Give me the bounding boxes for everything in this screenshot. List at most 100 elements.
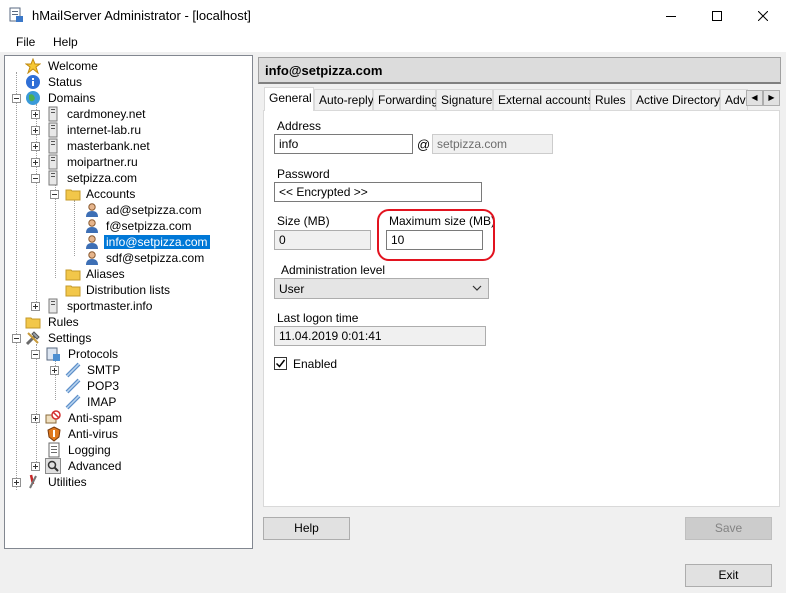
tree-label: info@setpizza.com xyxy=(104,235,210,249)
admin-level-value: User xyxy=(279,282,305,296)
domain-icon xyxy=(45,170,61,186)
tree-label: cardmoney.net xyxy=(67,107,146,121)
collapse-icon[interactable] xyxy=(31,350,40,359)
tree-label: Logging xyxy=(68,443,111,457)
tab-advanced[interactable]: Adva xyxy=(720,89,748,110)
expand-icon[interactable] xyxy=(50,366,59,375)
tree-label: POP3 xyxy=(87,379,120,393)
title-bar: hMailServer Administrator - [localhost] xyxy=(0,0,786,31)
expand-icon[interactable] xyxy=(31,126,40,135)
size-field: 0 xyxy=(274,230,371,250)
tab-page-general xyxy=(263,110,780,507)
globe-icon xyxy=(25,90,41,106)
tree-label: Protocols xyxy=(68,347,119,361)
domain-icon xyxy=(45,154,61,170)
enabled-checkbox[interactable] xyxy=(274,357,287,370)
expand-icon[interactable] xyxy=(31,414,40,423)
magnifier-icon xyxy=(45,458,61,474)
anti-virus-icon xyxy=(46,426,62,442)
network-icon xyxy=(65,378,81,394)
at-sign: @ xyxy=(417,137,431,152)
tree-label: Domains xyxy=(48,91,96,105)
minimize-button[interactable] xyxy=(648,0,694,31)
exit-button[interactable]: Exit xyxy=(685,564,772,587)
anti-spam-icon xyxy=(45,410,61,426)
triangle-left-icon: ◀ xyxy=(751,93,758,102)
tab-auto-reply[interactable]: Auto-reply xyxy=(314,89,374,110)
user-icon xyxy=(84,218,100,234)
user-icon xyxy=(84,234,100,250)
collapse-icon[interactable] xyxy=(12,94,21,103)
tab-scroll-right-button[interactable]: ▶ xyxy=(763,90,780,106)
domain-icon xyxy=(45,138,61,154)
detail-title: info@setpizza.com xyxy=(265,63,383,78)
tree-label: Advanced xyxy=(68,459,122,473)
navigation-tree[interactable]: Welcome Status Domains cardmoney.net int… xyxy=(4,55,253,549)
tree-label: Welcome xyxy=(48,59,98,73)
tree-label: moipartner.ru xyxy=(67,155,138,169)
expand-icon[interactable] xyxy=(31,110,40,119)
tree-label: Rules xyxy=(48,315,79,329)
tab-active-directory[interactable]: Active Directory xyxy=(631,89,720,110)
app-icon xyxy=(8,7,24,23)
tree-label: Anti-virus xyxy=(68,427,119,441)
tab-external-accounts[interactable]: External accounts xyxy=(493,89,593,110)
domain-icon xyxy=(45,106,61,122)
tree-label: IMAP xyxy=(87,395,117,409)
folder-icon xyxy=(65,266,81,282)
window-title: hMailServer Administrator - [localhost] xyxy=(32,8,251,23)
last-logon-field: 11.04.2019 0:01:41 xyxy=(274,326,486,346)
tree-label: Utilities xyxy=(48,475,87,489)
tree-label: internet-lab.ru xyxy=(67,123,142,137)
tab-scroll-left-button[interactable]: ◀ xyxy=(746,90,763,106)
tab-rules[interactable]: Rules xyxy=(590,89,631,110)
maximize-button[interactable] xyxy=(694,0,740,31)
folder-icon xyxy=(65,186,81,202)
save-button[interactable]: Save xyxy=(685,517,772,540)
tree-label: sdf@setpizza.com xyxy=(106,251,205,265)
help-button[interactable]: Help xyxy=(263,517,350,540)
close-button[interactable] xyxy=(740,0,786,31)
maximize-icon xyxy=(712,10,722,21)
close-icon xyxy=(758,10,768,21)
collapse-icon[interactable] xyxy=(31,174,40,183)
expand-icon[interactable] xyxy=(31,302,40,311)
tab-forwarding[interactable]: Forwarding xyxy=(373,89,438,110)
tab-scroll-buttons: ◀ ▶ xyxy=(746,90,780,106)
enabled-label: Enabled xyxy=(293,357,338,371)
info-icon xyxy=(25,74,41,90)
detail-header: info@setpizza.com xyxy=(258,57,781,84)
expand-icon[interactable] xyxy=(12,478,21,487)
triangle-right-icon: ▶ xyxy=(768,93,775,102)
collapse-icon[interactable] xyxy=(50,190,59,199)
user-icon xyxy=(84,202,100,218)
collapse-icon[interactable] xyxy=(12,334,21,343)
minimize-icon xyxy=(666,15,676,17)
expand-icon[interactable] xyxy=(31,462,40,471)
password-input[interactable]: << Encrypted >> xyxy=(274,182,482,202)
menu-help[interactable]: Help xyxy=(53,35,78,49)
size-label: Size (MB) xyxy=(277,214,330,228)
tab-general[interactable]: General xyxy=(264,87,314,111)
admin-level-select[interactable]: User xyxy=(274,278,489,299)
password-label: Password xyxy=(277,167,330,181)
tree-label: Distribution lists xyxy=(86,283,171,297)
last-logon-label: Last logon time xyxy=(277,311,359,325)
tools-icon xyxy=(25,330,41,346)
network-icon xyxy=(65,362,81,378)
menu-file[interactable]: File xyxy=(16,35,35,49)
tree-label: ad@setpizza.com xyxy=(106,203,202,217)
domain-icon xyxy=(45,122,61,138)
admin-level-label: Administration level xyxy=(281,263,386,277)
folder-icon xyxy=(65,282,81,298)
network-icon xyxy=(65,394,81,410)
chevron-down-icon xyxy=(472,282,482,297)
address-label: Address xyxy=(277,119,322,133)
expand-icon[interactable] xyxy=(31,158,40,167)
checkmark-icon xyxy=(275,359,286,368)
tree-label: sportmaster.info xyxy=(67,299,153,313)
tab-signature[interactable]: Signature xyxy=(436,89,493,110)
address-input[interactable]: info xyxy=(274,134,413,154)
log-icon xyxy=(46,442,62,458)
expand-icon[interactable] xyxy=(31,142,40,151)
